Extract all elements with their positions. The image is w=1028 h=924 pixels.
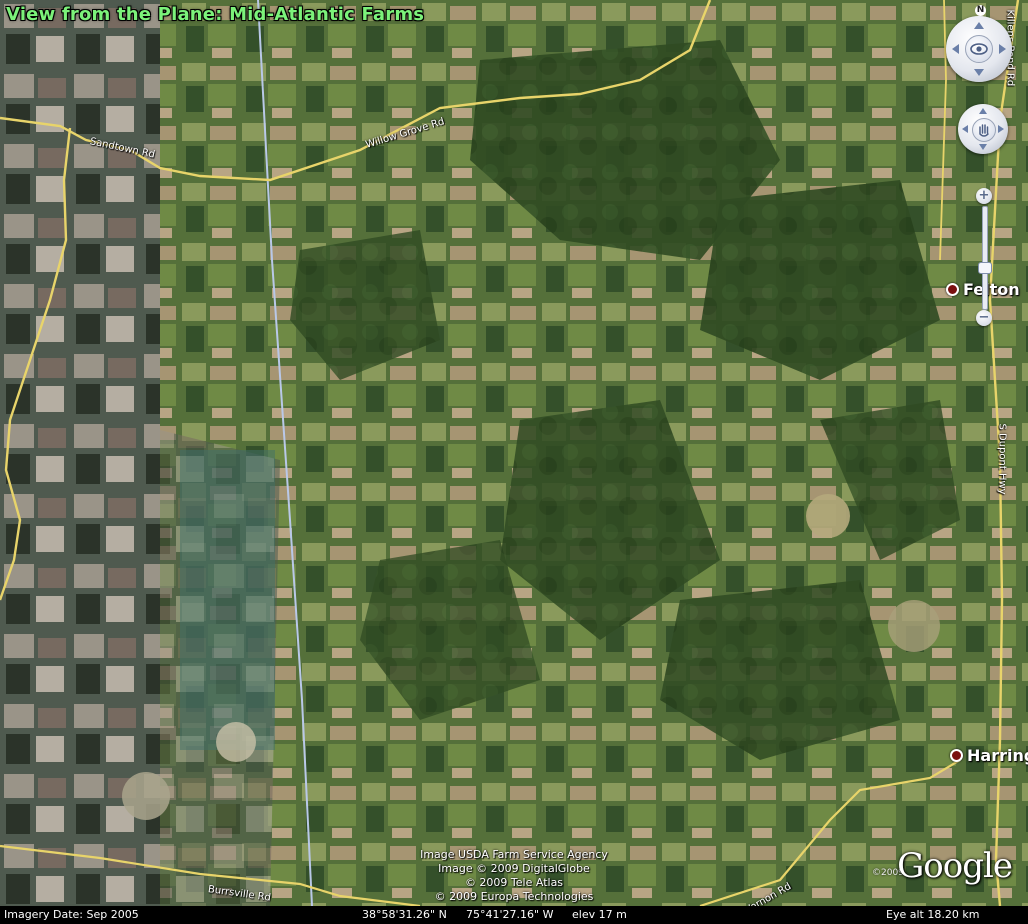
zoom-bar[interactable] bbox=[982, 206, 988, 310]
longitude-readout: 75°41'27.16" W bbox=[466, 908, 554, 921]
road-label-dupont: S Dupont Hwy bbox=[996, 423, 1008, 495]
plus-icon[interactable]: + bbox=[976, 188, 992, 204]
latitude-readout: 38°58'31.26" N bbox=[362, 908, 447, 921]
zoom-knob[interactable] bbox=[978, 262, 992, 275]
zoom-slider[interactable]: + − bbox=[976, 188, 992, 326]
map-title: View from the Plane: Mid-Atlantic Farms bbox=[6, 4, 425, 25]
minus-icon[interactable]: − bbox=[976, 310, 992, 326]
place-marker-icon bbox=[946, 283, 959, 296]
move-right-arrow-icon[interactable] bbox=[998, 125, 1004, 133]
elevation-readout: elev 17 m bbox=[572, 908, 627, 921]
move-down-arrow-icon[interactable] bbox=[979, 144, 987, 150]
look-right-arrow-icon[interactable] bbox=[999, 44, 1006, 54]
status-bar: Imagery Date: Sep 2005 38°58'31.26" N 75… bbox=[0, 906, 1028, 924]
satellite-imagery[interactable] bbox=[0, 0, 1028, 906]
hand-icon[interactable] bbox=[972, 118, 996, 142]
place-name: Harringt bbox=[967, 746, 1028, 765]
look-up-arrow-icon[interactable] bbox=[974, 22, 984, 29]
eye-icon[interactable] bbox=[965, 35, 993, 63]
attribution-line-4: © 2009 Europa Technologies bbox=[434, 890, 594, 903]
map-viewport[interactable]: View from the Plane: Mid-Atlantic Farms … bbox=[0, 0, 1028, 906]
move-up-arrow-icon[interactable] bbox=[979, 108, 987, 114]
look-left-arrow-icon[interactable] bbox=[952, 44, 959, 54]
attribution-line-1: Image USDA Farm Service Agency bbox=[420, 848, 608, 861]
look-down-arrow-icon[interactable] bbox=[974, 69, 984, 76]
compass-north-label[interactable]: N bbox=[975, 5, 986, 16]
place-marker-icon bbox=[950, 749, 963, 762]
google-logo: Google bbox=[897, 846, 1013, 886]
move-control[interactable] bbox=[958, 104, 1008, 154]
imagery-date: Imagery Date: Sep 2005 bbox=[4, 908, 139, 921]
place-harrington[interactable]: Harringt bbox=[950, 746, 1028, 765]
eye-altitude-readout: Eye alt 18.20 km bbox=[886, 908, 980, 921]
look-control[interactable]: N bbox=[946, 5, 1012, 82]
move-left-arrow-icon[interactable] bbox=[962, 125, 968, 133]
